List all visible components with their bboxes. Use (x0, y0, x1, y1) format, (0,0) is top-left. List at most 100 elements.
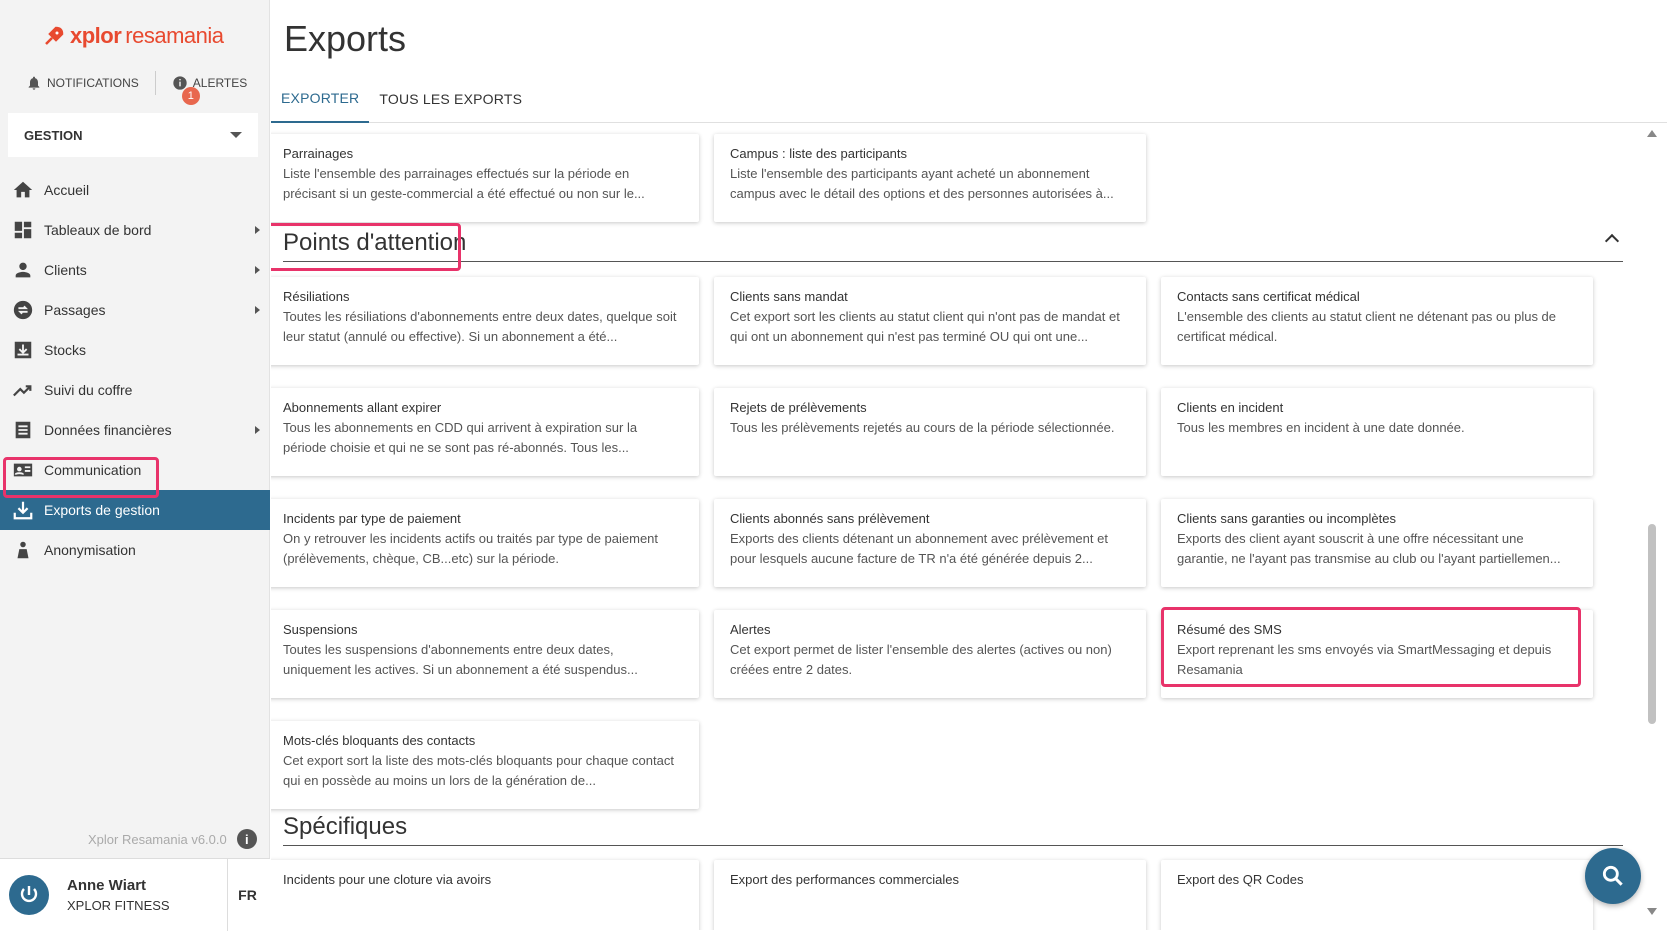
section-title: Spécifiques (283, 813, 408, 840)
info-icon[interactable]: i (236, 829, 257, 849)
sidebar-item-tableaux-de-bord[interactable]: Tableaux de bord (0, 210, 270, 250)
export-card-desc: Toutes les résiliations d'abonnements en… (283, 309, 677, 344)
sidebar-item-exports-de-gestion[interactable]: Exports de gestion (0, 490, 270, 530)
sidebar-item-donnees-financieres[interactable]: Données financières (0, 410, 270, 450)
brand-prefix: xplor (70, 23, 122, 48)
chevron-up-icon[interactable] (1604, 233, 1620, 249)
export-card-title: Alertes (730, 622, 771, 637)
export-card[interactable]: Parrainages Liste l'ensemble des parrain… (271, 134, 699, 222)
notification-bar: NOTIFICATIONS ALERTES 1 (26, 70, 256, 105)
notifications-button[interactable]: NOTIFICATIONS (26, 75, 139, 91)
power-icon (20, 885, 38, 902)
export-card[interactable]: Clients en incident Tous les membres en … (1161, 388, 1593, 476)
contact-card-icon (13, 463, 33, 477)
export-card-desc: Cet export sort les clients au statut cl… (730, 309, 1120, 344)
export-card[interactable]: Suspensions Toutes les suspensions d'abo… (271, 610, 699, 698)
rocket-icon (45, 26, 64, 45)
export-card-desc: On y retrouver les incidents actifs ou t… (283, 531, 659, 566)
language-switch[interactable]: FR (227, 858, 267, 931)
sidebar-nav: Accueil Tableaux de bord Clients Passage… (0, 170, 270, 570)
sidebar: xplor resamania NOTIFICATIONS ALERTES 1 … (0, 0, 270, 931)
export-card-title: Incidents par type de paiement (283, 511, 461, 526)
alerts-label: ALERTES (192, 76, 248, 90)
sidebar-item-label: Accueil (44, 182, 90, 198)
sidebar-item-clients[interactable]: Clients (0, 250, 270, 290)
chevron-right-icon (255, 306, 260, 314)
export-card-title: Abonnements allant expirer (283, 400, 442, 415)
export-card-desc: Tous les abonnements en CDD qui arrivent… (283, 420, 638, 455)
scrollbar-thumb[interactable] (1648, 524, 1656, 724)
export-card[interactable]: Alertes Cet export permet de lister l'en… (714, 610, 1146, 698)
alerts-button[interactable]: ALERTES 1 (172, 75, 248, 105)
export-card[interactable]: Rejets de prélèvements Tous les prélèvem… (714, 388, 1146, 476)
sidebar-item-label: Données financières (44, 422, 172, 438)
sidebar-item-stocks[interactable]: Stocks (0, 330, 270, 370)
user-info: Anne Wiart XPLOR FITNESS (67, 877, 227, 913)
app-logo[interactable]: xplor resamania (42, 20, 224, 52)
incognito-icon (17, 541, 29, 559)
export-card-title: Export des performances commerciales (730, 872, 960, 887)
caret-down-icon (230, 132, 242, 138)
user-panel: Anne Wiart XPLOR FITNESS FR (0, 858, 270, 931)
export-card[interactable]: Incidents par type de paiement On y retr… (271, 499, 699, 587)
chevron-right-icon (255, 426, 260, 434)
export-card-title: Mots-clés bloquants des contacts (283, 733, 476, 748)
logout-button[interactable] (9, 874, 49, 915)
module-select-value: GESTION (24, 127, 83, 143)
divider (154, 71, 156, 95)
export-card-title: Suspensions (283, 622, 358, 637)
export-card-desc: Cet export permet de lister l'ensemble d… (730, 642, 1112, 677)
export-card[interactable]: Export des QR Codes (1161, 860, 1593, 930)
export-card[interactable]: Campus : liste des participants Liste l'… (714, 134, 1146, 222)
exports-list: Parrainages Liste l'ensemble des parrain… (271, 124, 1637, 930)
sidebar-item-label: Suivi du coffre (44, 382, 133, 398)
export-card[interactable]: Clients abonnés sans prélèvement Exports… (714, 499, 1146, 587)
export-card-desc: L'ensemble des clients au statut client … (1177, 309, 1557, 344)
swap-icon (13, 300, 33, 320)
scroll-down-arrow-icon[interactable] (1647, 908, 1657, 915)
section-header[interactable]: Spécifiques (283, 806, 1623, 846)
export-card[interactable]: Contacts sans certificat médical L'ensem… (1161, 277, 1593, 365)
export-card-title: Rejets de prélèvements (730, 400, 867, 415)
export-card-title: Clients en incident (1177, 400, 1284, 415)
sidebar-item-suivi-du-coffre[interactable]: Suivi du coffre (0, 370, 270, 410)
list-icon (15, 421, 31, 439)
tab-tous-les-exports[interactable]: TOUS LES EXPORTS (369, 75, 532, 123)
export-card-desc: Liste l'ensemble des participants ayant … (730, 166, 1114, 201)
tab-exporter[interactable]: EXPORTER (271, 75, 370, 123)
user-name: Anne Wiart (67, 876, 147, 894)
export-card-desc: Export reprenant les sms envoyés via Sma… (1177, 642, 1552, 677)
export-card-desc: Tous les prélèvements rejetés au cours d… (730, 420, 1115, 435)
export-card[interactable]: Résumé des SMS Export reprenant les sms … (1161, 610, 1593, 698)
export-card-title: Incidents pour une cloture via avoirs (283, 872, 492, 887)
sidebar-item-label: Clients (44, 262, 87, 278)
chevron-right-icon (255, 226, 260, 234)
export-card[interactable]: Résiliations Toutes les résiliations d'a… (271, 277, 699, 365)
sidebar-item-communication[interactable]: Communication (0, 450, 270, 490)
page-title: Exports (284, 18, 407, 59)
tab-bar: EXPORTER TOUS LES EXPORTS (271, 75, 1667, 123)
sidebar-item-label: Stocks (44, 342, 87, 358)
sidebar-item-anonymisation[interactable]: Anonymisation (0, 530, 270, 570)
export-card-desc: Liste l'ensemble des parrainages effectu… (283, 166, 645, 201)
export-card[interactable]: Clients sans garanties ou incomplètes Ex… (1161, 499, 1593, 587)
export-card[interactable]: Mots-clés bloquants des contacts Cet exp… (271, 721, 699, 809)
search-fab-button[interactable] (1585, 848, 1641, 904)
sidebar-item-accueil[interactable]: Accueil (0, 170, 270, 210)
scrollbar[interactable] (1637, 124, 1667, 930)
sidebar-item-label: Tableaux de bord (44, 222, 152, 238)
export-card[interactable]: Incidents pour une cloture via avoirs (271, 860, 699, 930)
module-select[interactable]: GESTION (8, 113, 258, 157)
section-header[interactable]: Points d'attention (283, 222, 1623, 262)
export-card-title: Contacts sans certificat médical (1177, 289, 1360, 304)
dashboard-icon (14, 221, 32, 239)
scroll-up-arrow-icon[interactable] (1647, 130, 1657, 137)
sidebar-item-passages[interactable]: Passages (0, 290, 270, 330)
export-card-title: Clients sans garanties ou incomplètes (1177, 511, 1396, 526)
export-card[interactable]: Clients sans mandat Cet export sort les … (714, 277, 1146, 365)
export-card[interactable]: Abonnements allant expirer Tous les abon… (271, 388, 699, 476)
download-icon (13, 501, 33, 520)
sidebar-item-label: Exports de gestion (44, 502, 160, 518)
export-card-title: Résiliations (283, 289, 350, 304)
export-card[interactable]: Export des performances commerciales (714, 860, 1146, 930)
